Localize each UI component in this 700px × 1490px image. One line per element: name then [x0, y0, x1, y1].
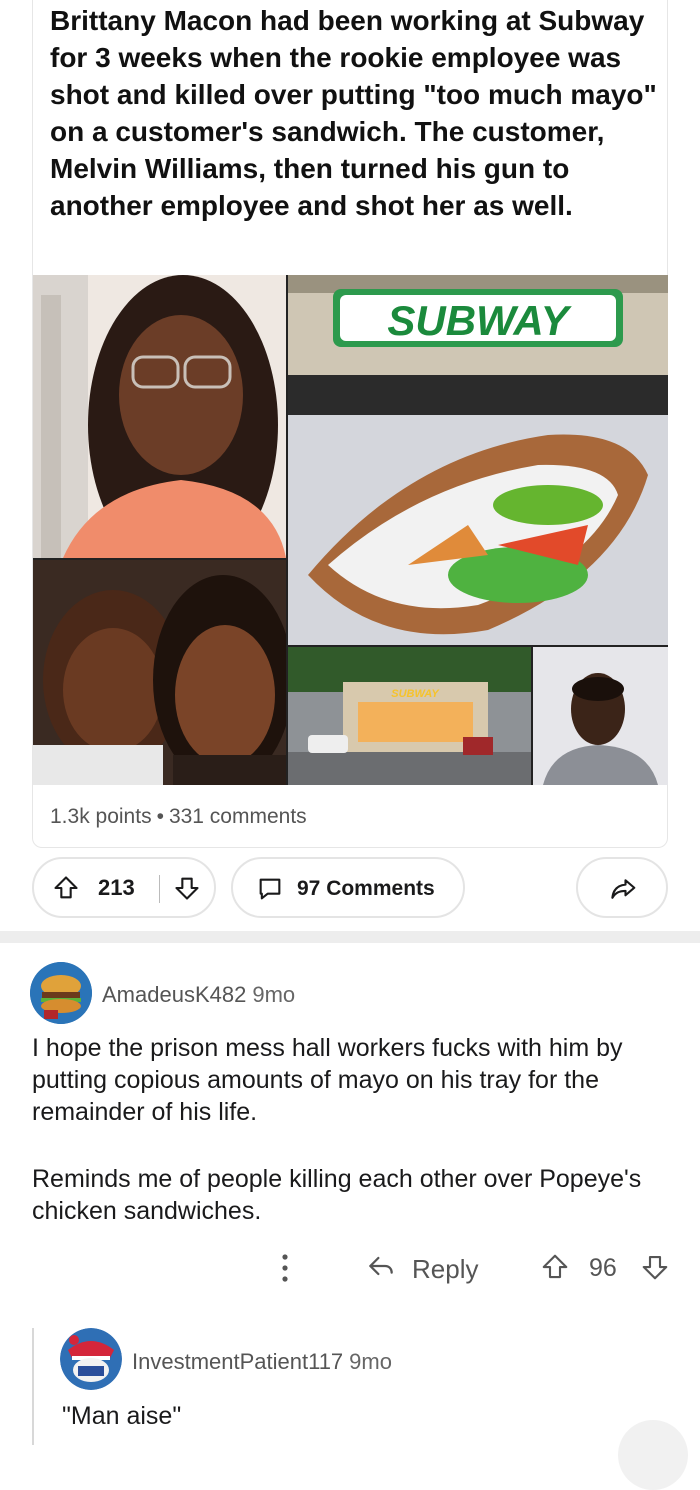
photo-suspect-mugshot — [533, 647, 668, 785]
comments-button[interactable]: 97 Comments — [231, 857, 465, 918]
comment-icon — [255, 875, 285, 908]
subway-sign-text: SUBWAY — [387, 297, 572, 344]
comment-author[interactable]: InvestmentPatient117 9mo — [132, 1349, 392, 1375]
avatar[interactable] — [60, 1328, 122, 1390]
comment-body: I hope the prison mess hall workers fuck… — [32, 1032, 672, 1227]
thread-line[interactable] — [32, 1328, 34, 1445]
avatar[interactable] — [30, 962, 92, 1024]
post-stats: 1.3k points • 331 comments — [50, 805, 307, 829]
photo-subway-store: SUBWAY — [288, 647, 531, 785]
scroll-button[interactable] — [618, 1420, 688, 1490]
comments-count: 331 comments — [168, 805, 307, 828]
reply-label: Reply — [412, 1254, 479, 1284]
post-title[interactable]: Brittany Macon had been working at Subwa… — [50, 2, 660, 224]
vote-divider — [159, 875, 160, 903]
section-divider — [0, 931, 700, 943]
comment-actions: Reply 96 — [0, 1248, 700, 1288]
vote-control: 213 — [32, 857, 216, 918]
upvote-icon[interactable] — [540, 1252, 570, 1287]
store-sign-text: SUBWAY — [391, 688, 440, 700]
downvote-icon[interactable] — [640, 1252, 670, 1287]
post-image-collage[interactable]: SUBWAY SUBWAY — [33, 275, 668, 785]
comment-score: 96 — [589, 1254, 617, 1282]
username[interactable]: AmadeusK482 — [102, 982, 246, 1007]
comment-paragraph: "Man aise" — [62, 1402, 182, 1430]
comment-paragraph: I hope the prison mess hall workers fuck… — [32, 1034, 623, 1126]
upvote-icon[interactable] — [52, 874, 80, 907]
post-card: Brittany Macon had been working at Subwa… — [32, 0, 668, 848]
downvote-icon[interactable] — [173, 874, 201, 907]
reply-button[interactable]: Reply — [364, 1250, 478, 1289]
comment-age: 9mo — [349, 1349, 392, 1374]
username[interactable]: InvestmentPatient117 — [132, 1349, 343, 1374]
points-count: 1.3k points — [50, 805, 152, 828]
photo-victim-portrait — [33, 275, 286, 558]
comment-author[interactable]: AmadeusK482 9mo — [102, 982, 295, 1008]
photo-victim-selfie — [33, 560, 286, 785]
share-icon — [608, 874, 638, 909]
comment-body: "Man aise" — [62, 1400, 662, 1432]
comment-age: 9mo — [252, 982, 296, 1007]
comments-button-label: 97 Comments — [297, 877, 435, 900]
reply-icon — [364, 1256, 398, 1288]
upvote-count: 213 — [98, 875, 135, 900]
stats-separator: • — [156, 805, 164, 828]
photo-sandwich — [288, 415, 668, 645]
more-icon[interactable] — [278, 1252, 292, 1289]
share-button[interactable] — [576, 857, 668, 918]
photo-subway-sign: SUBWAY — [288, 275, 668, 415]
comment-paragraph: Reminds me of people killing each other … — [32, 1165, 642, 1225]
